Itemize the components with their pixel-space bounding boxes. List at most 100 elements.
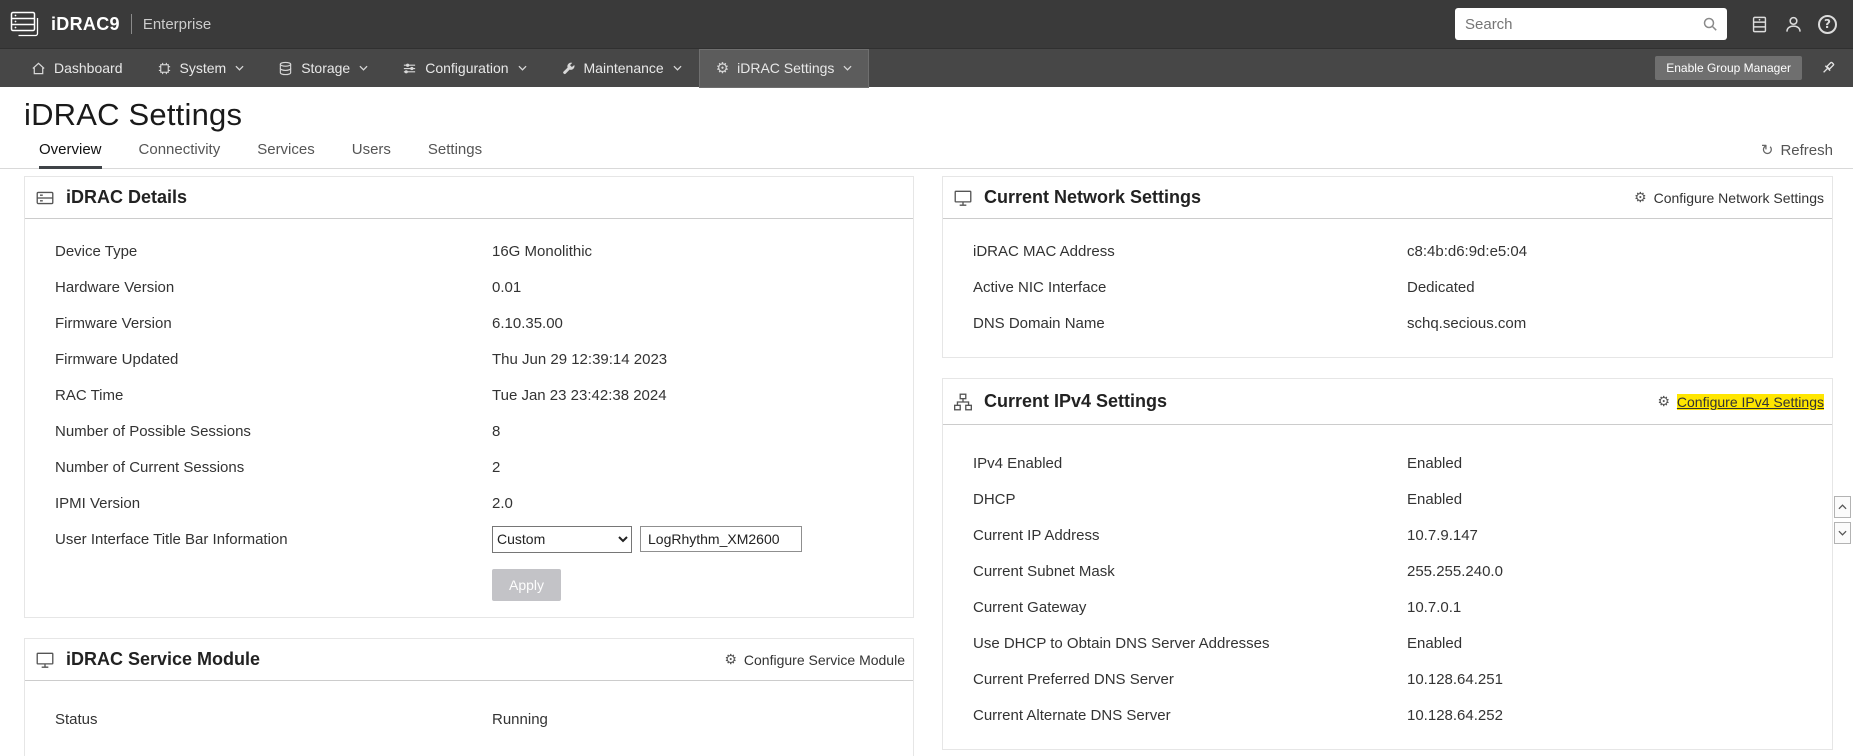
detail-row: Number of Current Sessions 2: [25, 449, 913, 485]
page-main: iDRAC Settings Overview Connectivity Ser…: [0, 97, 1853, 756]
detail-row: DNS Domain Name schq.secious.com: [943, 305, 1832, 341]
row-label: DHCP: [973, 490, 1016, 508]
row-value: Dedicated: [1407, 278, 1475, 296]
network-settings-body: iDRAC MAC Address c8:4b:d6:9d:e5:04 Activ…: [943, 219, 1832, 357]
chevron-up-icon: [1838, 504, 1847, 510]
tab-services[interactable]: Services: [257, 141, 315, 168]
row-value: 255.255.240.0: [1407, 562, 1503, 580]
tab-settings[interactable]: Settings: [428, 141, 482, 168]
nav-configuration-label: Configuration: [425, 60, 509, 76]
row-value: schq.secious.com: [1407, 314, 1527, 332]
search-icon[interactable]: [1702, 16, 1718, 32]
chevron-down-icon: [1838, 530, 1847, 536]
help-icon[interactable]: ?: [1818, 14, 1837, 34]
row-value: 10.128.64.251: [1407, 670, 1503, 688]
detail-row: Current Subnet Mask 255.255.240.0: [943, 553, 1832, 589]
nav-configuration[interactable]: Configuration: [385, 49, 543, 88]
gear-icon: ⚙: [724, 651, 737, 668]
ipv4-settings-header: Current IPv4 Settings ⚙ Configure IPv4 S…: [943, 379, 1832, 425]
row-value: Tue Jan 23 23:42:38 2024: [492, 386, 667, 404]
configure-network-settings-link[interactable]: ⚙ Configure Network Settings: [1634, 190, 1824, 206]
section-title: iDRAC Service Module: [66, 649, 261, 669]
apply-row: Apply: [25, 569, 913, 601]
detail-row: Current Alternate DNS Server 10.128.64.25…: [943, 697, 1832, 733]
configure-network-settings-label: Configure Network Settings: [1653, 189, 1824, 206]
network-icon: [953, 392, 973, 412]
idrac-details-header: iDRAC Details: [25, 177, 913, 219]
nav-maintenance-label: Maintenance: [583, 60, 664, 76]
row-label: IPMI Version: [55, 494, 141, 512]
search-input[interactable]: [1455, 15, 1702, 33]
enable-group-manager-button[interactable]: Enable Group Manager: [1655, 56, 1802, 80]
nav-dashboard[interactable]: Dashboard: [14, 49, 140, 88]
tab-users[interactable]: Users: [352, 141, 391, 168]
refresh-button[interactable]: ↻ Refresh: [1761, 141, 1833, 168]
title-bar-text-input[interactable]: [640, 526, 802, 552]
network-settings-header: Current Network Settings ⚙ Configure Net…: [943, 177, 1832, 219]
row-value: 0.01: [492, 278, 522, 296]
right-column: Current Network Settings ⚙ Configure Net…: [942, 176, 1833, 750]
scroll-down-button[interactable]: [1834, 522, 1851, 544]
gear-icon: ⚙: [1634, 189, 1647, 206]
nav-idrac-settings-label: iDRAC Settings: [737, 60, 835, 76]
row-label: Device Type: [55, 242, 138, 260]
title-bar-mode-select[interactable]: Custom: [492, 525, 632, 553]
configure-ipv4-settings-label: Configure IPv4 Settings: [1676, 393, 1824, 410]
detail-row: Number of Possible Sessions 8: [25, 413, 913, 449]
row-value: Enabled: [1407, 634, 1463, 652]
row-label: Use DHCP to Obtain DNS Server Addresses: [973, 634, 1270, 652]
row-value: Enabled: [1407, 490, 1463, 508]
row-label: DNS Domain Name: [973, 314, 1105, 332]
ipv4-settings-card: Current IPv4 Settings ⚙ Configure IPv4 S…: [942, 378, 1833, 750]
row-value: Enabled: [1407, 454, 1463, 472]
nav-system-label: System: [179, 60, 227, 76]
detail-row: Current IP Address 10.7.9.147: [943, 517, 1832, 553]
detail-row: DHCP Enabled: [943, 481, 1832, 517]
chevron-down-icon: [673, 65, 682, 71]
detail-row: iDRAC MAC Address c8:4b:d6:9d:e5:04: [943, 233, 1832, 269]
detail-row: IPv4 Enabled Enabled: [943, 445, 1832, 481]
configure-ipv4-settings-link[interactable]: ⚙ Configure IPv4 Settings: [1657, 393, 1824, 410]
topbar: iDRAC9 Enterprise ?: [0, 0, 1853, 48]
detail-row: Hardware Version 0.01: [25, 269, 913, 305]
user-icon[interactable]: [1784, 15, 1803, 34]
pin-icon[interactable]: [1820, 60, 1837, 77]
configure-service-module-link[interactable]: ⚙ Configure Service Module: [724, 652, 905, 668]
tab-overview[interactable]: Overview: [39, 141, 102, 169]
gear-icon: ⚙: [1657, 393, 1670, 410]
row-label: Firmware Version: [55, 314, 172, 332]
product-edition: Enterprise: [142, 15, 212, 33]
detail-row: IPMI Version 2.0: [25, 485, 913, 521]
row-label: Current Gateway: [973, 598, 1087, 616]
scroll-widget: [1834, 496, 1851, 544]
row-value: c8:4b:d6:9d:e5:04: [1407, 242, 1528, 260]
configure-service-module-label: Configure Service Module: [743, 651, 905, 668]
detail-row: Firmware Updated Thu Jun 29 12:39:14 2023: [25, 341, 913, 377]
row-label: iDRAC MAC Address: [973, 242, 1115, 260]
rack-icon[interactable]: [1750, 15, 1769, 34]
row-label: IPv4 Enabled: [973, 454, 1063, 472]
row-value: 10.7.0.1: [1407, 598, 1462, 616]
detail-row: Device Type 16G Monolithic: [25, 233, 913, 269]
row-value: 16G Monolithic: [492, 242, 593, 260]
storage-icon: [279, 61, 292, 75]
refresh-icon: ↻: [1760, 141, 1774, 159]
nav-dashboard-label: Dashboard: [54, 60, 123, 76]
left-column: iDRAC Details Device Type 16G Monolithic …: [24, 176, 914, 756]
scroll-up-button[interactable]: [1834, 496, 1851, 518]
tab-connectivity[interactable]: Connectivity: [139, 141, 221, 168]
detail-row: Firmware Version 6.10.35.00: [25, 305, 913, 341]
idrac-details-body: Device Type 16G Monolithic Hardware Versi…: [25, 219, 913, 617]
nav-system[interactable]: System: [140, 49, 262, 88]
apply-button[interactable]: Apply: [492, 569, 562, 601]
nav-idrac-settings[interactable]: ⚙ iDRAC Settings: [698, 48, 870, 88]
topbar-actions: ?: [1455, 8, 1837, 40]
nav-maintenance[interactable]: Maintenance: [544, 49, 699, 88]
row-value: Running: [492, 710, 548, 728]
nav-storage[interactable]: Storage: [261, 49, 385, 88]
detail-row: RAC Time Tue Jan 23 23:42:38 2024: [25, 377, 913, 413]
ipv4-settings-body: IPv4 Enabled Enabled DHCP Enabled Current …: [943, 425, 1832, 749]
section-title: iDRAC Details: [66, 187, 188, 207]
nav-storage-label: Storage: [301, 60, 351, 76]
row-label: Hardware Version: [55, 278, 175, 296]
